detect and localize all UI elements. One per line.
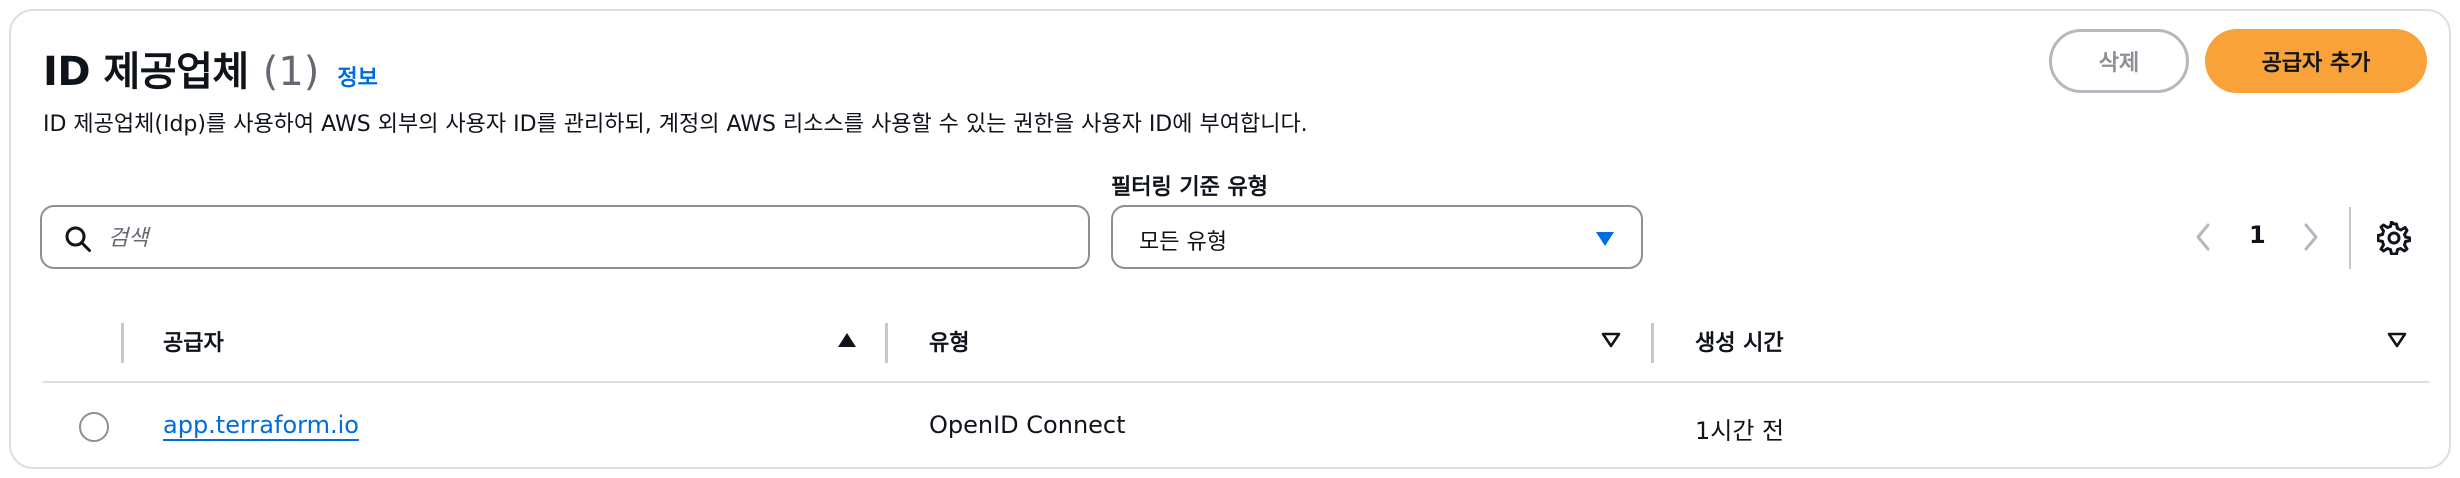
page-description: ID 제공업체(Idp)를 사용하여 AWS 외부의 사용자 ID를 관리하되,…	[43, 112, 1308, 137]
type-filter-select[interactable]: 모든 유형	[1111, 205, 1643, 269]
table-header-divider	[43, 381, 2429, 383]
provider-link[interactable]: app.terraform.io	[163, 411, 359, 439]
search-input[interactable]	[108, 219, 1068, 257]
search-field[interactable]	[40, 205, 1090, 269]
caret-down-icon	[1596, 232, 1614, 246]
page-title: ID 제공업체 (1) 정보	[43, 39, 378, 97]
toolbar-divider	[2349, 207, 2351, 269]
delete-button[interactable]: 삭제	[2049, 29, 2189, 93]
add-provider-button[interactable]: 공급자 추가	[2205, 29, 2427, 93]
row-select-radio[interactable]	[79, 412, 109, 442]
chevron-left-icon[interactable]	[2191, 221, 2215, 253]
page-number[interactable]: 1	[2249, 221, 2266, 249]
info-link[interactable]: 정보	[337, 60, 377, 92]
filter-type-label: 필터링 기준 유형	[1111, 175, 1268, 200]
provider-count: (1)	[262, 49, 320, 95]
identity-providers-panel: ID 제공업체 (1) 정보 ID 제공업체(Idp)를 사용하여 AWS 외부…	[9, 9, 2451, 469]
title-text: ID 제공업체	[43, 49, 249, 95]
chevron-right-icon[interactable]	[2299, 221, 2323, 253]
gear-icon[interactable]	[2377, 221, 2411, 255]
column-header-type[interactable]: 유형	[929, 325, 969, 367]
column-header-created[interactable]: 생성 시간	[1695, 325, 1784, 367]
sort-ascending-icon[interactable]	[837, 331, 857, 349]
sort-unsorted-icon[interactable]	[2387, 331, 2407, 349]
column-header-provider[interactable]: 공급자	[163, 325, 224, 367]
type-filter-value: 모든 유형	[1139, 230, 1227, 255]
search-icon	[65, 226, 91, 252]
column-divider	[885, 323, 888, 363]
created-time-cell: 1시간 전	[1695, 417, 1785, 445]
column-divider	[121, 323, 124, 363]
provider-type-cell: OpenID Connect	[929, 411, 1126, 439]
sort-unsorted-icon[interactable]	[1601, 331, 1621, 349]
column-divider	[1651, 323, 1654, 363]
